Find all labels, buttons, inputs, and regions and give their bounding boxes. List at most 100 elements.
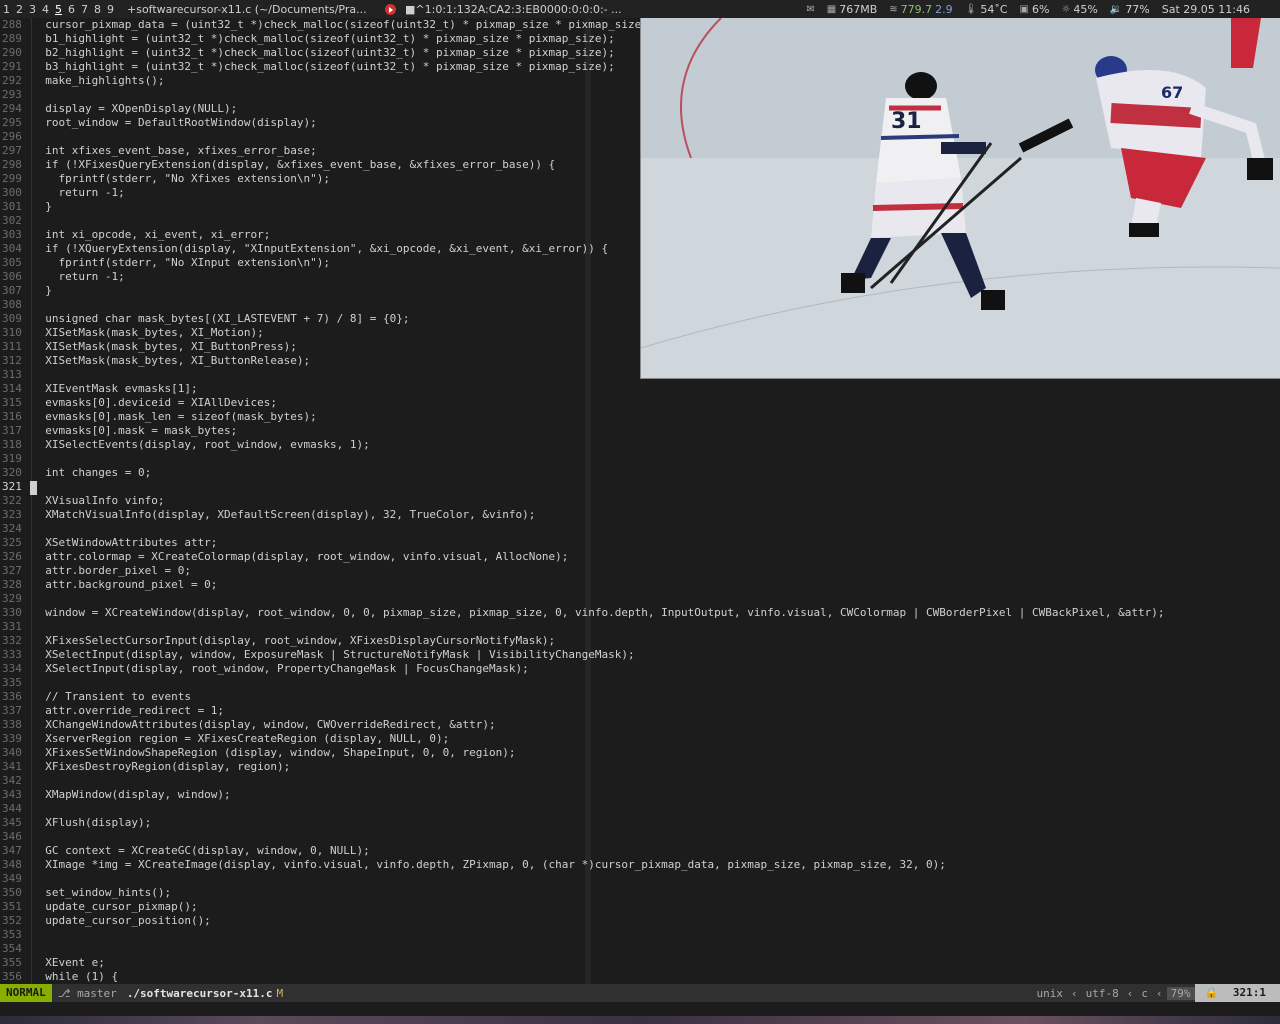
code-line[interactable]: 355 XEvent e; [0, 956, 1280, 970]
net-down-value: 779.7 [900, 2, 933, 16]
cursor-position: 🔒 321:1 [1194, 984, 1280, 1002]
video-overlay[interactable]: 31 67 [640, 18, 1280, 379]
line-number: 295 [2, 116, 22, 129]
code-line[interactable]: 329 [0, 592, 1280, 606]
line-number: 292 [2, 74, 22, 87]
text-cursor [30, 481, 37, 495]
window-title-editor[interactable]: +softwarecursor-x11.c (~/Documents/Pra..… [127, 3, 377, 16]
line-number: 296 [2, 130, 22, 143]
code-line[interactable]: 334 XSelectInput(display, root_window, P… [0, 662, 1280, 676]
code-line[interactable]: 319 [0, 452, 1280, 466]
code-line[interactable]: 344 [0, 802, 1280, 816]
vim-editor[interactable]: 288 cursor_pixmap_data = (uint32_t *)che… [0, 18, 1280, 984]
code-line[interactable]: 353 [0, 928, 1280, 942]
code-line[interactable]: 340 XFixesSetWindowShapeRegion (display,… [0, 746, 1280, 760]
line-text: while (1) { [32, 970, 119, 983]
file-type: c [1141, 986, 1149, 1000]
code-line[interactable]: 332 XFixesSelectCursorInput(display, roo… [0, 634, 1280, 648]
line-number: 288 [2, 18, 22, 31]
code-line[interactable]: 318 XISelectEvents(display, root_window,… [0, 438, 1280, 452]
code-line[interactable]: 336 // Transient to events [0, 690, 1280, 704]
line-number: 297 [2, 144, 22, 157]
line-number: 301 [2, 200, 22, 213]
code-line[interactable]: 328 attr.background_pixel = 0; [0, 578, 1280, 592]
code-line[interactable]: 325 XSetWindowAttributes attr; [0, 536, 1280, 550]
code-line[interactable]: 350 set_window_hints(); [0, 886, 1280, 900]
code-line[interactable]: 326 attr.colormap = XCreateColormap(disp… [0, 550, 1280, 564]
code-line[interactable]: 316 evmasks[0].mask_len = sizeof(mask_by… [0, 410, 1280, 424]
code-line[interactable]: 356 while (1) { [0, 970, 1280, 984]
code-line[interactable]: 331 [0, 620, 1280, 634]
clock[interactable]: Sat 29.05 11:46 [1162, 3, 1250, 16]
workspace-8[interactable]: 8 [91, 3, 104, 16]
code-line[interactable]: 343 XMapWindow(display, window); [0, 788, 1280, 802]
vim-command-line[interactable] [0, 1002, 1280, 1016]
code-line[interactable]: 354 [0, 942, 1280, 956]
line-text [32, 452, 1280, 466]
workspace-4[interactable]: 4 [39, 3, 52, 16]
code-line[interactable]: 341 XFixesDestroyRegion(display, region)… [0, 760, 1280, 774]
line-number: 350 [2, 886, 22, 899]
code-line[interactable]: 352 update_cursor_position(); [0, 914, 1280, 928]
git-branch: ⎇ master [52, 987, 123, 1000]
code-line[interactable]: 342 [0, 774, 1280, 788]
line-text: GC context = XCreateGC(display, window, … [32, 844, 370, 857]
code-line[interactable]: 327 attr.border_pixel = 0; [0, 564, 1280, 578]
code-line[interactable]: 335 [0, 676, 1280, 690]
code-line[interactable]: 337 attr.override_redirect = 1; [0, 704, 1280, 718]
code-line[interactable]: 321 [0, 480, 1280, 494]
cpu-icon: ▣ [1019, 3, 1029, 15]
line-text [32, 522, 1280, 536]
file-encoding: utf-8 [1085, 986, 1119, 1000]
line-text: XFixesDestroyRegion(display, region); [32, 760, 291, 773]
workspace-6[interactable]: 6 [65, 3, 78, 16]
code-line[interactable]: 346 [0, 830, 1280, 844]
line-number: 337 [2, 704, 22, 717]
line-number: 307 [2, 284, 22, 297]
line-number: 291 [2, 60, 22, 73]
line-text: XMapWindow(display, window); [32, 788, 231, 801]
volume-icon[interactable]: 🔉 [1110, 4, 1122, 15]
file-format: unix [1036, 986, 1064, 1000]
code-line[interactable]: 314 XIEventMask evmasks[1]; [0, 382, 1280, 396]
workspace-2[interactable]: 2 [13, 3, 26, 16]
code-line[interactable]: 347 GC context = XCreateGC(display, wind… [0, 844, 1280, 858]
code-line[interactable]: 339 XserverRegion region = XFixesCreateR… [0, 732, 1280, 746]
line-text [32, 620, 1280, 634]
line-number: 325 [2, 536, 22, 549]
line-number: 293 [2, 88, 22, 101]
line-text [32, 676, 1280, 690]
line-text: window = XCreateWindow(display, root_win… [32, 606, 1165, 619]
line-number: 331 [2, 620, 22, 633]
workspace-3[interactable]: 3 [26, 3, 39, 16]
code-line[interactable]: 330 window = XCreateWindow(display, root… [0, 606, 1280, 620]
code-line[interactable]: 338 XChangeWindowAttributes(display, win… [0, 718, 1280, 732]
code-line[interactable]: 351 update_cursor_pixmap(); [0, 900, 1280, 914]
line-number: 340 [2, 746, 22, 759]
code-line[interactable]: 349 [0, 872, 1280, 886]
workspace-9[interactable]: 9 [104, 3, 117, 16]
code-line[interactable]: 315 evmasks[0].deviceid = XIAllDevices; [0, 396, 1280, 410]
window-title-player[interactable]: ■^1:0:1:132A:CA2:3:EB0000:0:0:0:- ... [405, 3, 635, 16]
code-line[interactable]: 320 int changes = 0; [0, 466, 1280, 480]
vim-statusline: NORMAL ⎇ master ./softwarecursor-x11.c M… [0, 984, 1280, 1002]
code-line[interactable]: 323 XMatchVisualInfo(display, XDefaultSc… [0, 508, 1280, 522]
mail-icon[interactable]: ✉ [806, 4, 814, 15]
code-line[interactable]: 322 XVisualInfo vinfo; [0, 494, 1280, 508]
line-text [32, 592, 1280, 606]
workspace-7[interactable]: 7 [78, 3, 91, 16]
code-line[interactable]: 348 XImage *img = XCreateImage(display, … [0, 858, 1280, 872]
code-line[interactable]: 345 XFlush(display); [0, 816, 1280, 830]
workspace-1[interactable]: 1 [0, 3, 13, 16]
line-number: 349 [2, 872, 22, 885]
line-number: 332 [2, 634, 22, 647]
play-icon [384, 3, 396, 15]
line-text [32, 480, 1280, 494]
brightness-value: 45% [1073, 2, 1098, 16]
code-line[interactable]: 333 XSelectInput(display, window, Exposu… [0, 648, 1280, 662]
code-line[interactable]: 317 evmasks[0].mask = mask_bytes; [0, 424, 1280, 438]
line-text: attr.override_redirect = 1; [32, 704, 225, 717]
workspace-5[interactable]: 5 [52, 3, 65, 16]
net-up-value: 2.9 [935, 2, 953, 16]
code-line[interactable]: 324 [0, 522, 1280, 536]
